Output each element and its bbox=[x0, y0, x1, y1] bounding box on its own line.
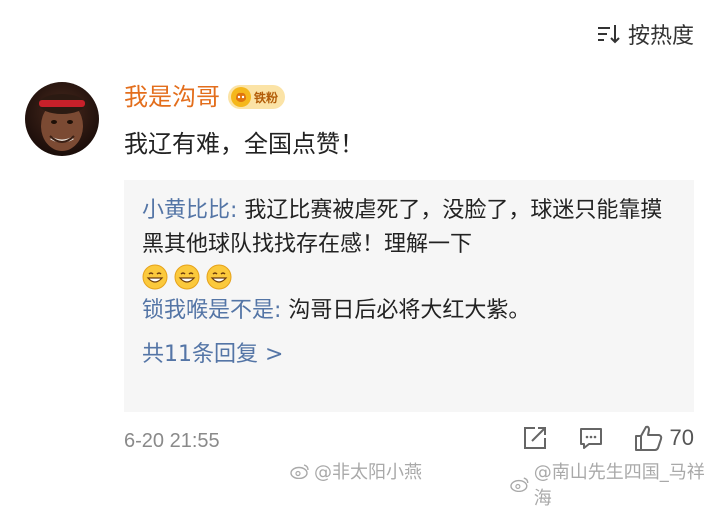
watermark: @南山先生四国_马祥海 bbox=[510, 458, 720, 510]
sort-icon bbox=[596, 23, 620, 45]
weibo-logo-icon bbox=[290, 464, 309, 479]
reply-item[interactable]: 小黄比比: 我辽比赛被虐死了，没脸了，球迷只能靠摸黑其他球队找找存在感！理解一下 bbox=[142, 194, 676, 262]
emoji-row bbox=[142, 264, 676, 290]
grin-emoji-icon bbox=[174, 264, 200, 290]
username[interactable]: 我是沟哥 bbox=[124, 82, 220, 112]
replies-panel: 小黄比比: 我辽比赛被虐死了，没脸了，球迷只能靠摸黑其他球队找找存在感！理解一下… bbox=[124, 180, 694, 412]
comment-actions: 70 bbox=[522, 424, 694, 452]
grin-emoji-icon bbox=[206, 264, 232, 290]
watermark-text: @南山先生四国_马祥海 bbox=[533, 462, 705, 509]
fan-badge-icon bbox=[231, 87, 251, 107]
more-replies-link[interactable]: 共11条回复 > bbox=[142, 340, 676, 370]
sort-label: 按热度 bbox=[627, 24, 694, 49]
reply-text: 沟哥日后必将大红大紫。 bbox=[281, 298, 531, 323]
comment-timestamp: 6-20 21:55 bbox=[124, 430, 220, 452]
avatar[interactable] bbox=[25, 82, 99, 156]
watermark: @非太阳小燕 bbox=[290, 458, 422, 484]
like-count: 70 bbox=[669, 425, 694, 450]
comment-icon bbox=[579, 428, 602, 449]
share-icon bbox=[523, 427, 546, 449]
fan-badge: 铁粉 bbox=[228, 85, 286, 109]
grin-emoji-icon bbox=[142, 264, 168, 290]
comment-text: 我辽有难，全国点赞！ bbox=[124, 130, 364, 158]
weibo-logo-icon bbox=[510, 477, 529, 492]
reply-button[interactable] bbox=[578, 425, 604, 451]
sort-by-popularity-button[interactable]: 按热度 bbox=[596, 18, 694, 50]
reply-username[interactable]: 锁我喉是不是: bbox=[142, 298, 281, 323]
thumbs-up-icon bbox=[634, 425, 662, 451]
like-button[interactable]: 70 bbox=[634, 424, 694, 452]
reply-username[interactable]: 小黄比比: bbox=[142, 198, 237, 223]
share-button[interactable] bbox=[522, 425, 548, 451]
fan-badge-label: 铁粉 bbox=[254, 90, 279, 105]
reply-item[interactable]: 锁我喉是不是: 沟哥日后必将大红大紫。 bbox=[142, 294, 676, 328]
comment-header: 我是沟哥 铁粉 bbox=[124, 82, 286, 112]
watermark-text: @非太阳小燕 bbox=[314, 462, 422, 483]
